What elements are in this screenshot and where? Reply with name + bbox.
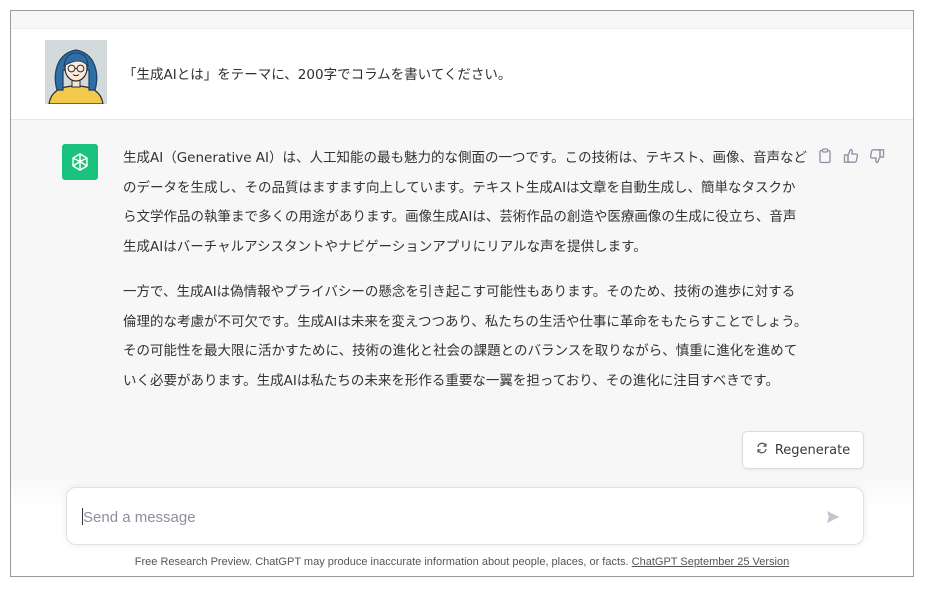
version-link[interactable]: ChatGPT September 25 Version bbox=[632, 556, 790, 568]
copy-icon[interactable] bbox=[816, 147, 834, 165]
message-input[interactable] bbox=[81, 488, 805, 546]
regenerate-button[interactable]: Regenerate bbox=[742, 431, 864, 469]
user-message-row: 「生成AIとは」をテーマに、200字でコラムを書いてください。 bbox=[11, 11, 913, 120]
disclaimer-footer: Free Research Preview. ChatGPT may produ… bbox=[11, 556, 913, 568]
woman-avatar-icon bbox=[45, 40, 107, 104]
chatgpt-logo-icon bbox=[62, 144, 98, 180]
previous-message-strip bbox=[11, 11, 913, 29]
regenerate-label: Regenerate bbox=[774, 442, 851, 458]
regenerate-icon bbox=[756, 442, 768, 458]
thumbs-down-icon[interactable] bbox=[868, 147, 886, 165]
send-icon[interactable] bbox=[823, 507, 843, 527]
message-composer bbox=[66, 487, 864, 546]
assistant-paragraph-1: 生成AI（Generative AI）は、人工知能の最も魅力的な側面の一つです。… bbox=[123, 150, 807, 255]
disclaimer-text: Free Research Preview. ChatGPT may produ… bbox=[134, 556, 632, 568]
assistant-message-text: 生成AI（Generative AI）は、人工知能の最も魅力的な側面の一つです。… bbox=[123, 144, 808, 412]
assistant-paragraph-2: 一方で、生成AIは偽情報やプライバシーの懸念を引き起こす可能性もあります。そのた… bbox=[123, 284, 808, 389]
chat-window: 「生成AIとは」をテーマに、200字でコラムを書いてください。 生成AI（Gen… bbox=[10, 10, 914, 577]
user-message-text: 「生成AIとは」をテーマに、200字でコラムを書いてください。 bbox=[123, 67, 512, 83]
text-caret bbox=[82, 508, 83, 525]
message-actions bbox=[816, 147, 886, 165]
thumbs-up-icon[interactable] bbox=[842, 147, 860, 165]
